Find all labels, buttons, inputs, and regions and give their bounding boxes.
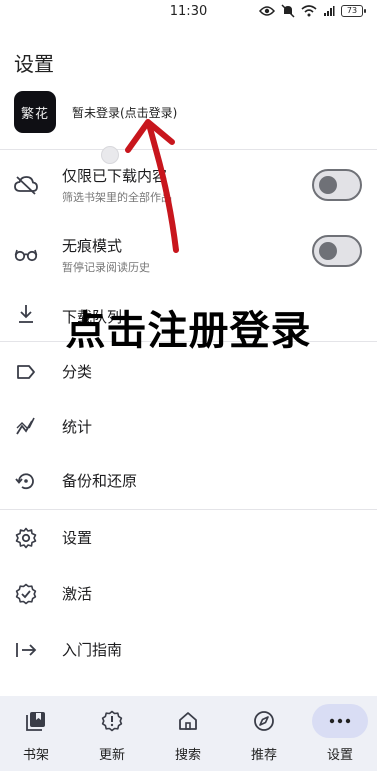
nav-recommend[interactable]: 推荐 [234, 704, 294, 763]
nav-label: 设置 [326, 748, 353, 763]
bookshelf-icon [8, 704, 64, 738]
updates-badge-icon [84, 704, 140, 738]
nav-bookshelf[interactable]: 书架 [6, 704, 66, 763]
nav-label: 推荐 [250, 748, 277, 763]
nav-label: 搜索 [174, 748, 201, 763]
home-icon [160, 704, 216, 738]
nav-updates[interactable]: 更新 [82, 704, 142, 763]
bottom-navigation: 书架 更新 搜索 推荐 设置 [0, 696, 377, 771]
overlay-caption: 点击注册登录 [65, 308, 312, 354]
nav-label: 更新 [98, 748, 125, 763]
red-arrow-annotation [125, 119, 179, 253]
nav-settings[interactable]: 设置 [310, 704, 370, 763]
nav-search[interactable]: 搜索 [158, 704, 218, 763]
nav-label: 书架 [22, 748, 49, 763]
compass-icon [236, 704, 292, 738]
more-dots-icon [312, 704, 368, 738]
